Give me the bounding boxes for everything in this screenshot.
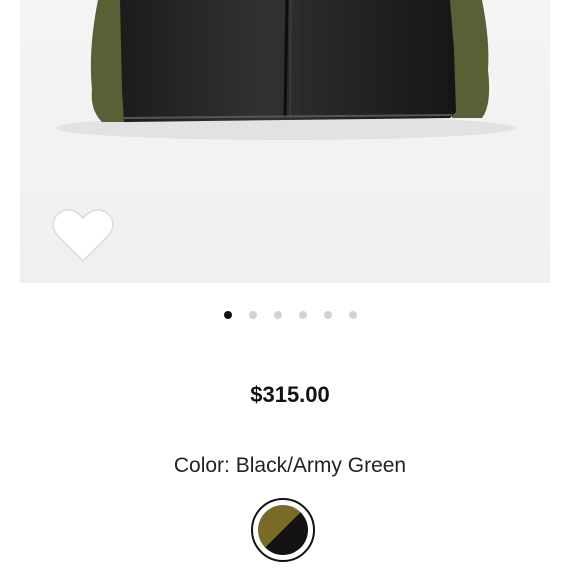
favorite-button[interactable] [50,206,116,264]
color-label: Color: [173,454,230,477]
gallery-dot-6[interactable] [348,311,357,319]
product-price: $315.00 [250,382,330,407]
color-value: Black/Army Green [235,454,407,477]
color-selection-label: Color: Black/Army Green [0,454,580,478]
swatch-fill [258,505,308,555]
gallery-dot-4[interactable] [298,311,307,319]
color-swatch-black-army-green[interactable] [251,498,315,562]
gallery-dot-2[interactable] [248,311,257,319]
gallery-dot-1[interactable] [223,311,232,319]
product-image[interactable] [20,0,550,283]
gallery-dot-3[interactable] [273,311,282,319]
gallery-pagination [0,311,580,319]
gallery-dot-5[interactable] [323,311,332,319]
heart-icon[interactable] [50,206,116,264]
